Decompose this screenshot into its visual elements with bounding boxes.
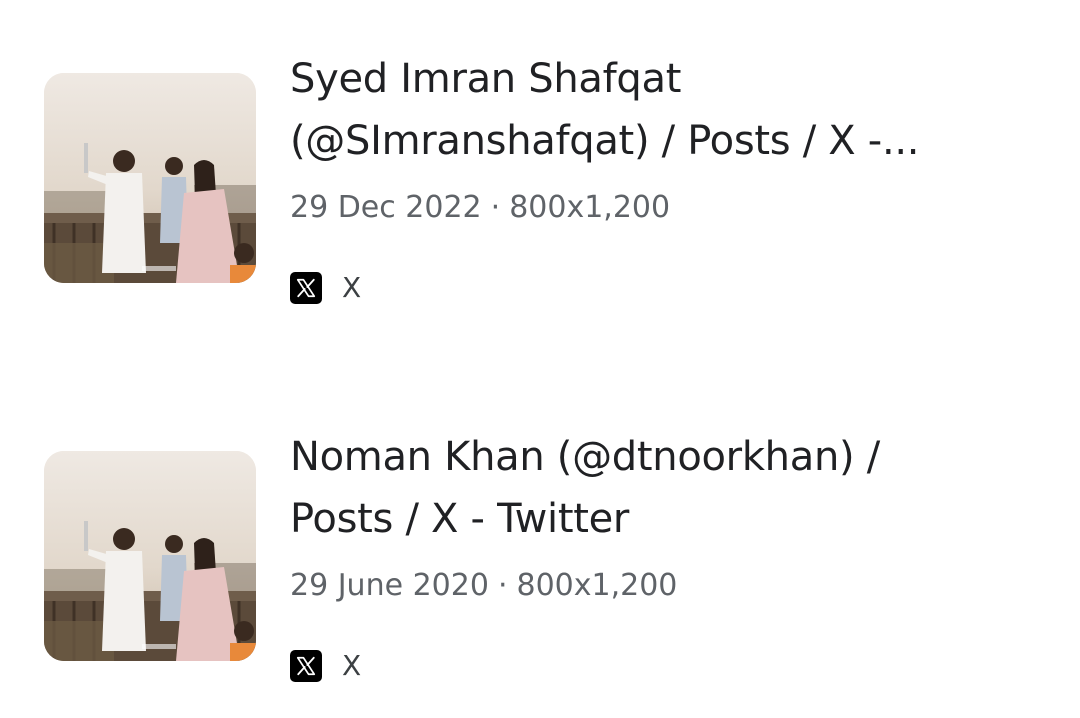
image-result-card[interactable]: Noman Khan (@dtnoorkhan) / Posts / X - T… [0,418,1080,718]
x-logo-icon [290,272,322,304]
result-title[interactable]: Syed Imran Shafqat (@SImranshafqat) / Po… [290,48,1050,172]
source-site-name: X [342,649,362,682]
meta-separator: · [490,190,501,225]
result-date: 29 June 2020 [290,568,489,603]
image-result-card[interactable]: Syed Imran Shafqat (@SImranshafqat) / Po… [0,40,1080,340]
result-dimensions: 800x1,200 [516,568,678,603]
result-source[interactable]: X [290,268,361,308]
x-logo-icon [290,650,322,682]
thumbnail-image [44,73,256,283]
result-title-line: Syed Imran Shafqat [290,56,682,102]
result-meta: 29 June 2020 · 800x1,200 [290,566,677,606]
meta-separator: · [497,568,508,603]
result-source[interactable]: X [290,646,361,686]
result-title-line: (@SImranshafqat) / Posts / X -... [290,118,920,164]
result-title-line: Noman Khan (@dtnoorkhan) / [290,434,880,480]
result-thumbnail[interactable] [44,73,256,283]
result-date: 29 Dec 2022 [290,190,482,225]
thumbnail-image [44,451,256,661]
source-site-name: X [342,271,362,304]
result-title[interactable]: Noman Khan (@dtnoorkhan) / Posts / X - T… [290,426,1050,550]
result-dimensions: 800x1,200 [509,190,671,225]
result-title-line: Posts / X - Twitter [290,496,630,542]
result-meta: 29 Dec 2022 · 800x1,200 [290,188,670,228]
result-thumbnail[interactable] [44,451,256,661]
